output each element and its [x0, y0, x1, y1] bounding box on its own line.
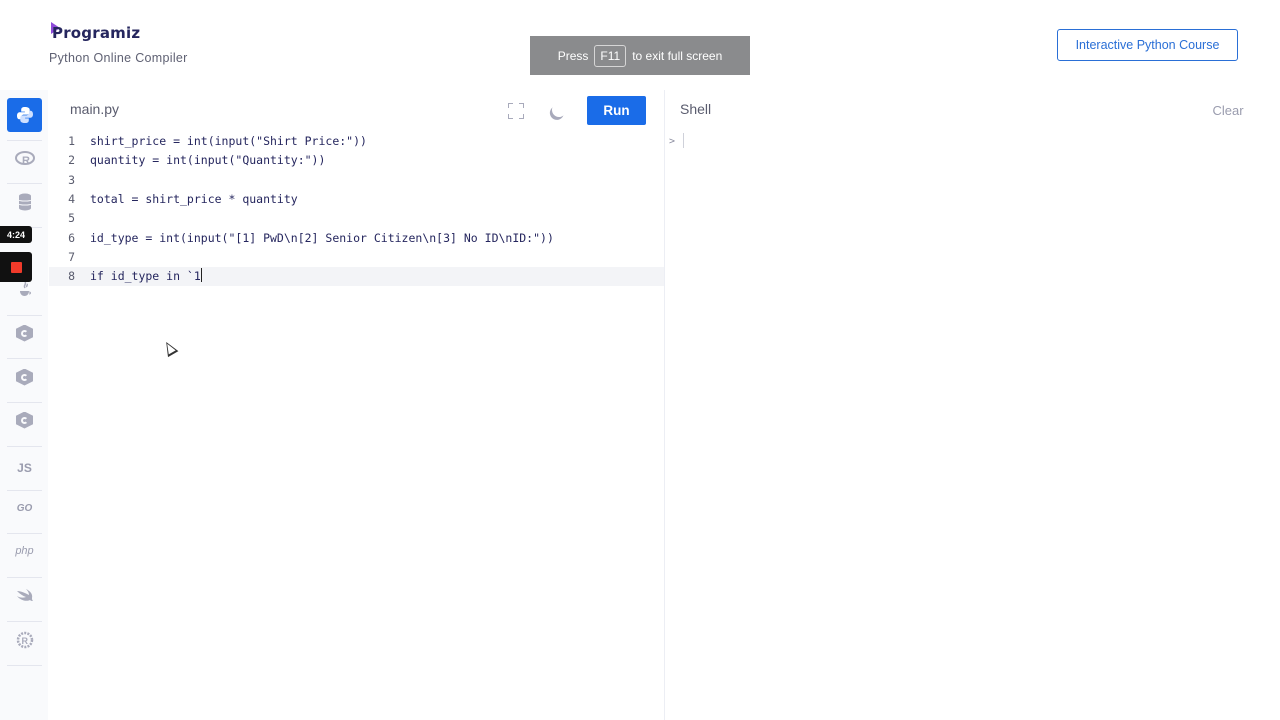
dark-mode-icon[interactable]	[550, 101, 568, 119]
svg-text:R: R	[22, 155, 30, 167]
stop-icon	[10, 261, 22, 273]
language-sidebar: R JS GO php R	[0, 90, 48, 720]
code-line-active: 8 if id_type in `1	[49, 267, 664, 286]
logo-text: Programiz	[52, 24, 141, 42]
swift-icon[interactable]	[7, 579, 42, 613]
sql-icon[interactable]	[7, 185, 42, 219]
code-line: 6 id_type = int(input("[1] PwD\n[2] Seni…	[49, 229, 664, 248]
fullscreen-icon[interactable]	[508, 103, 524, 119]
code-line: 3	[49, 171, 664, 190]
code-text: quantity = int(input("Quantity:"))	[90, 153, 326, 167]
line-number: 3	[68, 173, 75, 187]
sidebar-divider	[7, 140, 42, 141]
code-line: 5	[49, 209, 664, 228]
run-button[interactable]: Run	[587, 96, 646, 125]
interactive-course-button[interactable]: Interactive Python Course	[1057, 29, 1238, 61]
cpp-icon[interactable]	[7, 360, 42, 394]
sidebar-divider	[7, 621, 42, 622]
compiler-app: Programiz Python Online Compiler Press F…	[0, 0, 1280, 720]
fullscreen-key: F11	[594, 44, 627, 67]
line-number: 7	[68, 250, 75, 264]
clear-button[interactable]: Clear	[1193, 96, 1263, 125]
code-text: shirt_price = int(input("Shirt Price:"))	[90, 134, 367, 148]
file-tab-main-py[interactable]: main.py	[70, 101, 119, 117]
line-number: 4	[68, 192, 75, 206]
sidebar-divider	[7, 446, 42, 447]
rust-icon[interactable]: R	[7, 623, 42, 657]
sidebar-divider	[7, 577, 42, 578]
line-number: 8	[68, 269, 75, 283]
r-icon[interactable]: R	[7, 142, 42, 176]
code-editor[interactable]: 1 shirt_price = int(input("Shirt Price:"…	[49, 130, 664, 720]
fullscreen-notice: Press F11 to exit full screen	[530, 36, 750, 75]
line-number: 2	[68, 153, 75, 167]
programiz-logo[interactable]: Programiz	[50, 22, 141, 43]
shell-prompt: >	[669, 136, 676, 147]
fullscreen-notice-prefix: Press	[557, 48, 589, 63]
code-line: 1 shirt_price = int(input("Shirt Price:"…	[49, 132, 664, 151]
csharp-icon[interactable]	[7, 403, 42, 437]
sidebar-divider	[7, 665, 42, 666]
go-icon[interactable]: GO	[7, 491, 42, 525]
sidebar-divider	[7, 358, 42, 359]
recording-timer: 4:24	[0, 226, 32, 243]
text-caret	[200, 268, 202, 282]
line-number: 5	[68, 211, 75, 225]
line-number: 1	[68, 134, 75, 148]
shell-caret	[683, 133, 684, 148]
c-icon[interactable]	[7, 316, 42, 350]
code-line: 7	[49, 248, 664, 267]
shell-output[interactable]: >	[665, 130, 1280, 720]
shell-title: Shell	[680, 101, 712, 117]
js-icon[interactable]: JS	[7, 451, 42, 485]
stop-recording-button[interactable]	[0, 252, 32, 282]
page-subtitle: Python Online Compiler	[49, 51, 188, 65]
fullscreen-notice-suffix: to exit full screen	[632, 48, 723, 63]
line-number: 6	[68, 231, 75, 245]
python-icon[interactable]	[7, 98, 42, 132]
svg-text:R: R	[21, 636, 28, 646]
code-line: 4 total = shirt_price * quantity	[49, 190, 664, 209]
php-icon[interactable]: php	[7, 534, 42, 568]
code-text: total = shirt_price * quantity	[90, 192, 298, 206]
sidebar-divider	[7, 183, 42, 184]
code-text: id_type = int(input("[1] PwD\n[2] Senior…	[90, 231, 554, 245]
code-text: if id_type in `1	[90, 268, 202, 283]
code-line: 2 quantity = int(input("Quantity:"))	[49, 151, 664, 170]
